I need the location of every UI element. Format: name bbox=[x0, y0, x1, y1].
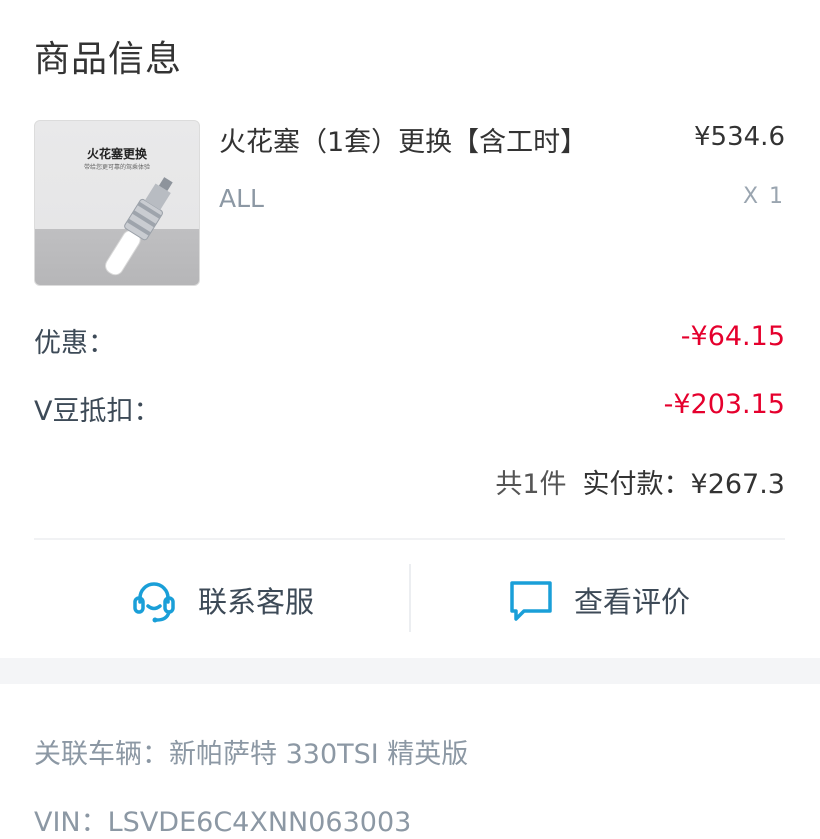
product-image[interactable]: 火花塞更换 带给您更可靠的驾乘体验 bbox=[34, 120, 200, 286]
vbean-label: V豆抵扣： bbox=[34, 396, 161, 427]
action-separator bbox=[409, 564, 411, 632]
section-title: 商品信息 bbox=[34, 39, 183, 80]
product-quantity: X 1 bbox=[742, 184, 785, 209]
paid-label: 实付款： bbox=[582, 469, 691, 500]
divider bbox=[34, 538, 785, 540]
spark-plug-icon bbox=[105, 177, 173, 276]
section-gap bbox=[0, 658, 820, 684]
item-count: 共1件 bbox=[495, 469, 567, 500]
product-name[interactable]: 火花塞（1套）更换【含工时】 bbox=[219, 120, 587, 159]
order-total: 共1件 实付款：¥267.3 bbox=[495, 462, 785, 501]
view-review-button[interactable]: 查看评价 bbox=[508, 572, 690, 628]
vin-value: LSVDE6C4XNN063003 bbox=[107, 807, 412, 838]
vbean-value: -¥203.15 bbox=[663, 389, 785, 420]
linked-vehicle: 关联车辆：新帕萨特 330TSI 精英版 bbox=[34, 732, 468, 771]
paid-value: ¥267.3 bbox=[690, 469, 785, 500]
headset-icon bbox=[133, 582, 175, 623]
discount-label: 优惠： bbox=[34, 328, 115, 359]
view-review-label: 查看评价 bbox=[574, 585, 691, 619]
linked-vehicle-value: 新帕萨特 330TSI 精英版 bbox=[169, 739, 469, 770]
vin-label: VIN： bbox=[34, 807, 108, 838]
chat-bubble-icon bbox=[510, 581, 552, 621]
linked-vehicle-label: 关联车辆： bbox=[34, 739, 169, 770]
contact-service-button[interactable]: 联系客服 bbox=[130, 572, 314, 628]
discount-value: -¥64.15 bbox=[680, 321, 785, 352]
contact-service-label: 联系客服 bbox=[198, 585, 315, 619]
product-spec: ALL bbox=[219, 184, 264, 213]
product-price: ¥534.6 bbox=[694, 122, 785, 152]
